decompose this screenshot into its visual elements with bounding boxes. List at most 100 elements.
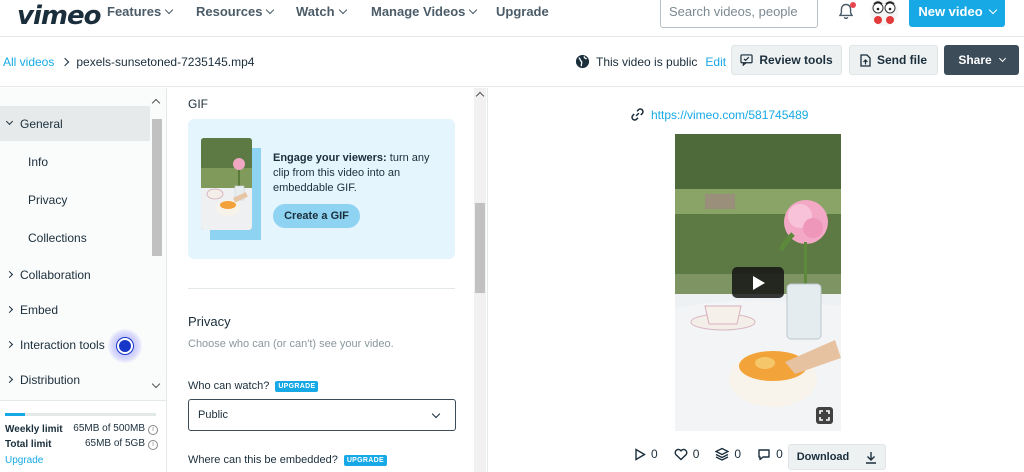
upgrade-badge[interactable]: UPGRADE <box>275 380 319 392</box>
sidebar-item-collections[interactable]: Collections <box>0 220 150 255</box>
sidebar-item-embed[interactable]: Embed <box>0 292 150 327</box>
chevron-right-icon <box>5 305 14 314</box>
chevron-right-icon <box>61 57 70 67</box>
sidebar-item-info[interactable]: Info <box>0 144 150 179</box>
comment-icon <box>758 448 770 460</box>
chevron-right-icon <box>5 340 14 349</box>
embed-location-label: Where can this be embedded? UPGRADE <box>188 454 387 466</box>
sidebar-item-distribution[interactable]: Distribution <box>0 362 150 397</box>
vimeo-logo[interactable]: vimeo <box>17 1 101 31</box>
link-icon <box>631 108 644 121</box>
sidebar-item-general[interactable]: General <box>0 106 150 141</box>
file-icon <box>860 53 871 67</box>
settings-scrollbar[interactable] <box>474 88 486 472</box>
nav-features-label: Features <box>107 4 162 19</box>
sidebar-item-collaboration[interactable]: Collaboration <box>0 257 150 292</box>
total-limit-amount: 65MB of 5GB <box>84 438 145 449</box>
nav-watch[interactable]: Watch <box>296 4 347 19</box>
embed-location-text: Where can this be embedded? <box>188 454 338 466</box>
chevron-right-icon <box>5 270 14 279</box>
share-label: Share <box>958 53 992 67</box>
likes-stat: 0 <box>674 447 700 461</box>
review-tools-button[interactable]: Review tools <box>731 45 842 75</box>
total-limit-label: Total limit <box>5 438 52 450</box>
visibility-text: This video is public <box>596 54 698 69</box>
gif-thumbnail <box>201 138 252 230</box>
share-button[interactable]: Share <box>944 45 1019 75</box>
top-navigation: vimeo Features Resources Watch Manage Vi… <box>0 0 1024 37</box>
plays-count: 0 <box>651 447 658 461</box>
download-button[interactable]: Download <box>788 444 886 470</box>
who-can-watch-select[interactable]: Public <box>188 399 456 431</box>
collections-count: 0 <box>734 447 742 461</box>
chevron-right-icon <box>5 375 14 384</box>
heart-icon <box>674 448 688 460</box>
chevron-down-icon <box>988 5 997 14</box>
gif-promo-headline: Engage your viewers: <box>273 152 387 164</box>
comments-count: 0 <box>776 447 783 461</box>
storage-upgrade-link[interactable]: Upgrade <box>5 455 43 466</box>
avatar[interactable] <box>870 0 898 26</box>
send-file-label: Send file <box>876 53 927 67</box>
likes-count: 0 <box>692 447 700 461</box>
plays-stat: 0 <box>634 447 658 461</box>
info-icon[interactable]: i <box>148 440 158 450</box>
sidebar-item-privacy[interactable]: Privacy <box>0 182 150 217</box>
scroll-down-icon[interactable] <box>151 379 161 389</box>
chevron-down-icon <box>998 54 1006 63</box>
storage-usage: Weekly limit 65MB of 500MB i Total limit … <box>0 400 166 472</box>
sidebar-item-label: Info <box>28 154 49 169</box>
nav-resources[interactable]: Resources <box>196 5 275 19</box>
settings-sidebar: General Info Privacy Collections Collabo… <box>0 88 167 472</box>
nav-upgrade[interactable]: Upgrade <box>496 5 549 19</box>
privacy-section-title: Privacy <box>188 314 231 329</box>
nav-upgrade-label: Upgrade <box>496 4 549 19</box>
scroll-up-icon[interactable] <box>475 91 485 101</box>
breadcrumb-all-videos[interactable]: All videos <box>3 55 54 69</box>
total-limit-value: 65MB of 5GB i <box>85 438 158 450</box>
scrollbar-thumb[interactable] <box>475 203 485 293</box>
cursor-pointer <box>117 338 133 354</box>
chevron-down-icon <box>164 5 174 15</box>
chevron-down-icon <box>338 5 347 15</box>
privacy-section-subtitle: Choose who can (or can't) see your video… <box>188 338 394 350</box>
edit-visibility-link[interactable]: Edit <box>705 55 726 69</box>
who-can-watch-text: Who can watch? <box>188 380 270 392</box>
search-input[interactable] <box>660 0 818 28</box>
fullscreen-button[interactable] <box>816 407 833 424</box>
sidebar-item-label: Interaction tools <box>20 337 105 352</box>
sidebar-item-label: Collections <box>28 230 87 245</box>
send-file-button[interactable]: Send file <box>849 45 938 75</box>
who-can-watch-value: Public <box>198 409 228 421</box>
upgrade-badge[interactable]: UPGRADE <box>343 454 387 466</box>
new-video-button[interactable]: New video <box>909 0 1005 27</box>
nav-manage-videos[interactable]: Manage Videos <box>371 5 478 19</box>
weekly-limit-label: Weekly limit <box>5 423 63 435</box>
scrollbar-thumb[interactable] <box>152 119 162 256</box>
weekly-limit-amount: 65MB of 500MB <box>73 423 145 434</box>
nav-features[interactable]: Features <box>107 4 174 19</box>
notification-dot <box>850 2 856 8</box>
video-url-text: https://vimeo.com/581745489 <box>651 107 809 122</box>
video-subheader: All videos pexels-sunsetoned-7235145.mp4… <box>0 37 1024 87</box>
info-icon[interactable]: i <box>148 425 158 435</box>
video-url[interactable]: https://vimeo.com/581745489 <box>630 107 808 122</box>
chevron-down-icon <box>431 409 441 419</box>
play-icon <box>753 276 765 290</box>
layers-icon <box>715 447 730 461</box>
sidebar-item-label: Collaboration <box>20 267 91 282</box>
video-stats: 0 0 0 0 <box>634 447 799 461</box>
scroll-up-icon[interactable] <box>151 98 161 108</box>
weekly-limit-row: Weekly limit 65MB of 500MB i <box>5 423 158 435</box>
collections-stat: 0 <box>715 447 741 461</box>
breadcrumb-file-name: pexels-sunsetoned-7235145.mp4 <box>76 55 255 69</box>
sidebar-scrollbar[interactable] <box>151 98 162 389</box>
create-gif-button[interactable]: Create a GIF <box>273 204 360 228</box>
total-limit-row: Total limit 65MB of 5GB i <box>5 438 158 450</box>
storage-progress-bar <box>5 413 156 416</box>
sidebar-item-label: Embed <box>20 302 59 317</box>
storage-progress-fill <box>5 413 25 416</box>
review-icon <box>740 54 753 66</box>
section-divider <box>188 288 455 289</box>
nav-watch-label: Watch <box>296 4 335 19</box>
